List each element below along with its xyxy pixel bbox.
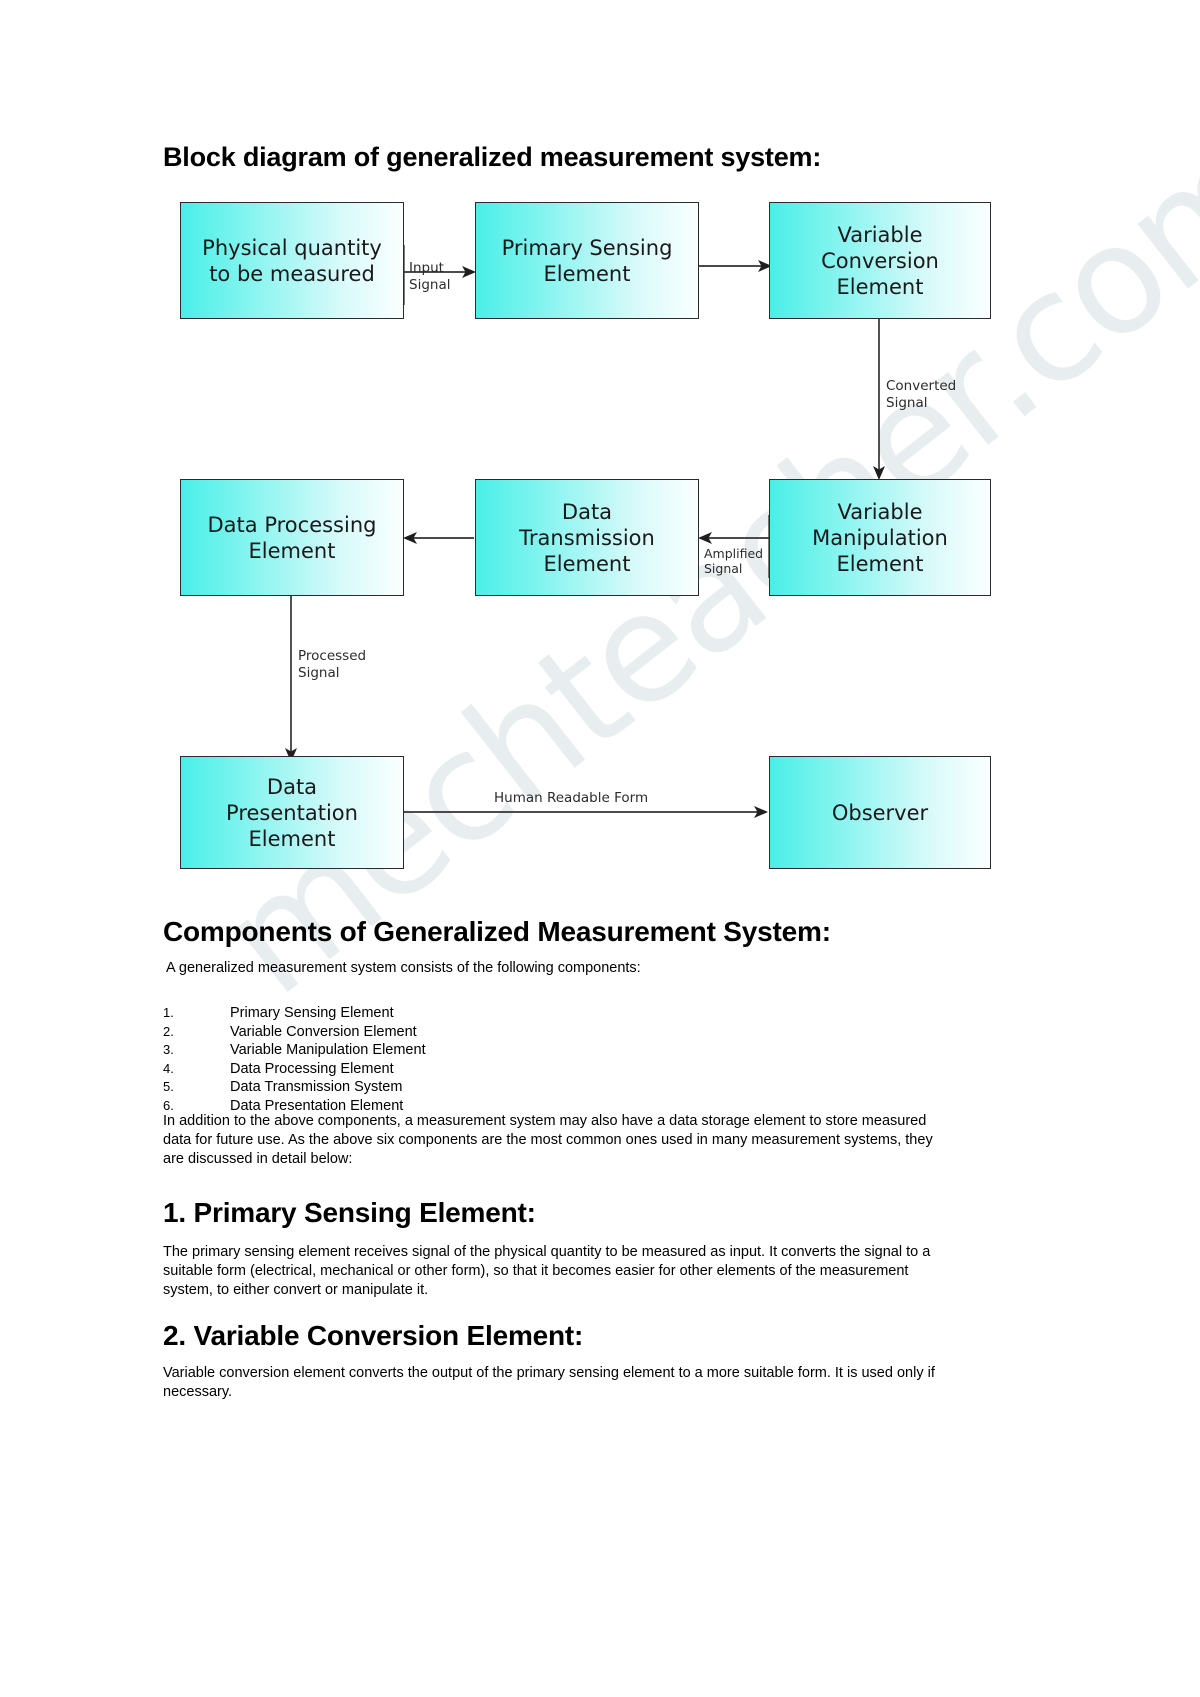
page-title: Block diagram of generalized measurement… bbox=[163, 142, 822, 172]
block-data-presentation-element-label: Data Presentation Element bbox=[226, 774, 358, 851]
block-diagram: Physical quantity to be measured Primary… bbox=[0, 0, 1200, 900]
edge-label-converted-signal: Converted Signal bbox=[886, 378, 957, 411]
list-item-number: 5. bbox=[163, 1079, 174, 1094]
block-variable-manipulation-element: Variable Manipulation Element bbox=[769, 479, 991, 596]
block-observer: Observer bbox=[769, 756, 991, 869]
block-physical-quantity: Physical quantity to be measured bbox=[180, 202, 404, 319]
block-primary-sensing-element-label: Primary Sensing Element bbox=[501, 235, 673, 286]
list-item: 4. Data Processing Element bbox=[163, 1060, 763, 1079]
edge-label-human-readable-form: Human Readable Form bbox=[494, 790, 649, 806]
list-item-label: Primary Sensing Element bbox=[230, 1005, 394, 1021]
intro-line: A generalized measurement system consist… bbox=[166, 960, 641, 976]
block-variable-manipulation-element-label: Variable Manipulation Element bbox=[812, 499, 948, 576]
list-item-label: Variable Conversion Element bbox=[230, 1023, 417, 1040]
edge-label-processed-signal: Processed Signal bbox=[298, 648, 367, 681]
list-item-label: Data Processing Element bbox=[230, 1060, 394, 1077]
document-page: mechteacher.com Block diagram of general… bbox=[0, 0, 1200, 1697]
list-item: 3. Variable Manipulation Element bbox=[163, 1041, 763, 1060]
list-item: 1. Primary Sensing Element bbox=[163, 1004, 763, 1023]
edge-label-input-signal: Input Signal bbox=[409, 260, 451, 293]
section-2-body: Variable conversion element converts the… bbox=[163, 1365, 935, 1400]
list-item-number: 1. bbox=[163, 1005, 174, 1020]
edge-label-amplified-signal: Amplified Signal bbox=[704, 546, 764, 576]
list-item: 2. Variable Conversion Element bbox=[163, 1023, 763, 1042]
heading-section-2: 2. Variable Conversion Element: bbox=[163, 1320, 584, 1351]
list-item-number: 2. bbox=[163, 1023, 174, 1039]
list-item-number: 3. bbox=[163, 1042, 174, 1057]
block-data-processing-element-label: Data Processing Element bbox=[207, 512, 377, 563]
block-observer-label: Observer bbox=[831, 800, 929, 825]
block-data-processing-element: Data Processing Element bbox=[180, 479, 404, 596]
block-data-transmission-element: Data Transmission Element bbox=[475, 479, 699, 596]
components-list: 1. Primary Sensing Element 2. Variable C… bbox=[163, 1004, 763, 1115]
list-item-number: 4. bbox=[163, 1060, 174, 1076]
block-variable-conversion-element: Variable Conversion Element bbox=[769, 202, 991, 319]
block-physical-quantity-label: Physical quantity to be measured bbox=[202, 235, 382, 286]
block-variable-conversion-element-label: Variable Conversion Element bbox=[821, 222, 939, 299]
heading-components: Components of Generalized Measurement Sy… bbox=[163, 916, 831, 947]
addition-paragraph: In addition to the above components, a m… bbox=[163, 1113, 933, 1167]
list-item-label: Variable Manipulation Element bbox=[230, 1042, 426, 1058]
block-primary-sensing-element: Primary Sensing Element bbox=[475, 202, 699, 319]
list-item: 5. Data Transmission System bbox=[163, 1078, 763, 1097]
section-1-body: The primary sensing element receives sig… bbox=[163, 1244, 931, 1298]
list-item-label: Data Transmission System bbox=[230, 1079, 403, 1095]
heading-section-1: 1. Primary Sensing Element: bbox=[163, 1197, 536, 1228]
block-data-transmission-element-label: Data Transmission Element bbox=[519, 499, 655, 576]
block-data-presentation-element: Data Presentation Element bbox=[180, 756, 404, 869]
